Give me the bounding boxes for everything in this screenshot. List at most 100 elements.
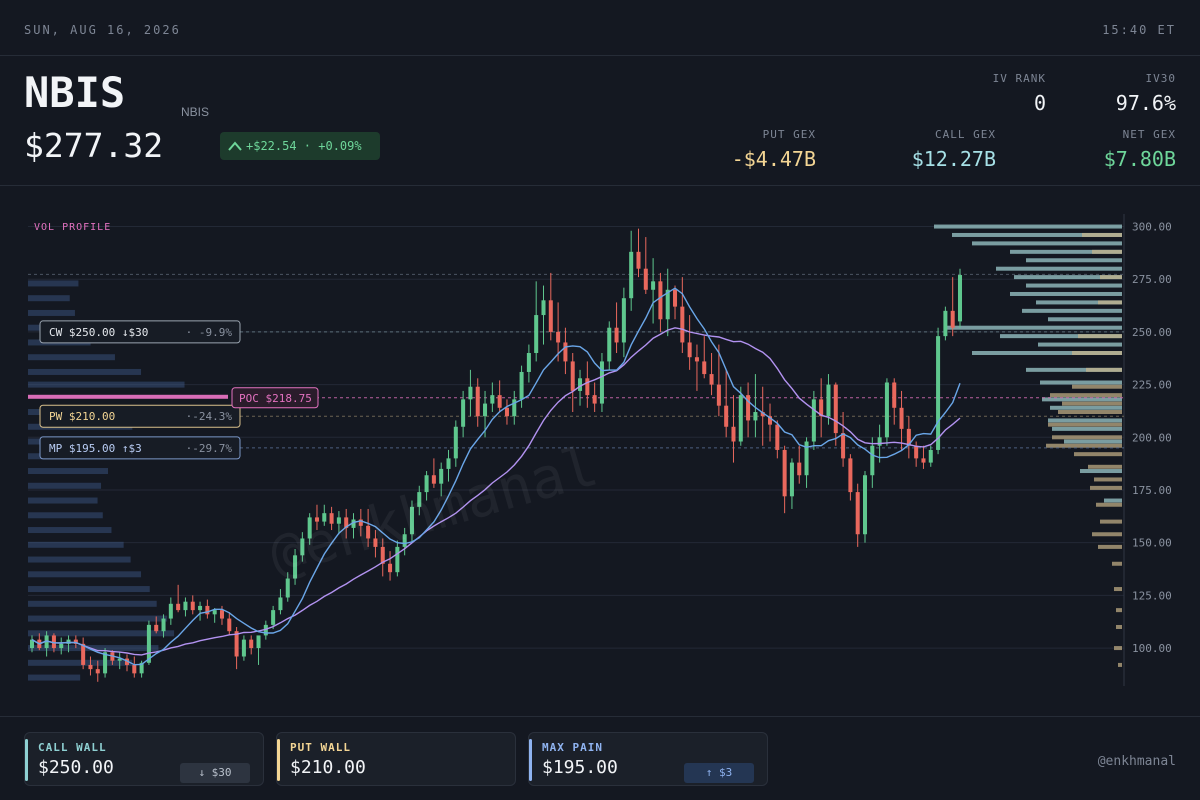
put-gex-bar — [1092, 249, 1122, 254]
put-gex-value: -$4.47B — [731, 147, 816, 171]
volume-profile-bar — [28, 541, 124, 548]
candle-body — [775, 424, 780, 450]
candle-body — [892, 382, 897, 408]
call-gex-bar — [1022, 308, 1122, 313]
volume-profile-bar — [28, 674, 81, 681]
candle-body — [833, 384, 838, 434]
call-gex-bar — [1052, 426, 1122, 431]
price-chart: 300.00 275.00 250.00 225.00 200.00 175.00 150.… — [0, 186, 1200, 716]
candle-body — [658, 281, 663, 320]
put-gex-bar — [1090, 485, 1122, 490]
put-gex-bar — [1078, 334, 1122, 339]
candlestick-chart-svg: 300.00 275.00 250.00 225.00 200.00 175.00 150.… — [28, 214, 1172, 686]
net-gex-value: $7.80B — [1103, 147, 1176, 171]
candle-body — [446, 458, 451, 469]
max-pain-tag-label: MP $195.00 ↑$3 — [49, 442, 142, 455]
candle-body — [483, 403, 488, 417]
volume-profile-bar — [28, 482, 102, 489]
call-wall-value: $250.00 — [38, 757, 114, 778]
candle-body — [636, 251, 641, 269]
put-gex-bar — [1114, 646, 1122, 651]
author-credit: @enkhmanal — [1097, 754, 1176, 769]
ticker-symbol: NBIS — [24, 68, 126, 117]
quote-header: NBIS NBIS $277.32 +$22.54 · +0.09% IV RA… — [0, 56, 1200, 186]
max-pain-label: MAX PAIN — [542, 741, 603, 754]
put-wall-label: PUT WALL — [290, 741, 351, 754]
call-gex-stat: CALL GEX $12.27B — [912, 128, 996, 171]
top-bar: SUN, AUG 16, 2026 15:40 ET — [0, 0, 1200, 56]
call-wall-card: CALL WALL $250.00 ↓ $30 — [24, 732, 264, 786]
candle-body — [928, 449, 933, 463]
y-tick-label: 300.00 — [1132, 221, 1172, 234]
candle-body — [702, 361, 707, 375]
max-pain-change-pill: ↑ $3 — [684, 763, 754, 783]
y-tick-label: 100.00 — [1132, 642, 1172, 655]
candle-body — [81, 643, 86, 665]
y-tick-label: 275.00 — [1132, 273, 1172, 286]
candle-body — [504, 407, 509, 417]
put-gex-bar — [1086, 367, 1122, 372]
candle-body — [578, 378, 583, 391]
candle-body — [943, 310, 948, 337]
candle-body — [132, 664, 137, 674]
put-gex-stat: PUT GEX -$4.47B — [732, 128, 816, 171]
candle-body — [826, 384, 831, 417]
candle-body — [651, 281, 656, 290]
candle-body — [278, 597, 283, 611]
call-gex-bar — [1038, 342, 1122, 347]
candle-body — [862, 475, 868, 535]
candle-body — [841, 433, 846, 459]
call-wall-accent — [25, 739, 28, 781]
volume-profile-bar — [28, 586, 150, 593]
put-gex-bar — [1098, 544, 1122, 549]
put-gex-bar — [1074, 452, 1122, 457]
candle-body — [797, 462, 802, 476]
max-pain-value: $195.00 — [542, 757, 618, 778]
candle-body — [724, 405, 729, 427]
candle-body — [716, 384, 721, 406]
candle-body — [534, 315, 539, 353]
candle-body — [614, 327, 619, 343]
call-gex-bar — [1104, 498, 1122, 503]
last-price: $277.32 — [24, 126, 164, 165]
candle-body — [205, 605, 210, 615]
candle-body — [219, 610, 224, 619]
candle-body — [921, 458, 926, 463]
candle-body — [256, 635, 261, 649]
call-gex-bar — [1026, 258, 1122, 263]
call-wall-label: CALL WALL — [38, 741, 107, 754]
volume-profile-bar — [28, 309, 75, 316]
put-gex-bar — [1046, 443, 1122, 448]
candle-body — [877, 437, 882, 446]
put-gex-bar — [1082, 232, 1122, 237]
candle-body — [950, 310, 955, 328]
price-change-badge: +$22.54 · +0.09% — [220, 132, 380, 160]
volume-profile-bar — [28, 368, 142, 375]
candle-body — [738, 395, 743, 442]
put-gex-bar — [1100, 519, 1122, 524]
put-gex-bar — [1094, 477, 1122, 482]
volume-profile-bar — [28, 497, 98, 504]
put-wall-value: $210.00 — [290, 757, 366, 778]
y-tick-label: 175.00 — [1132, 484, 1172, 497]
candle-body — [541, 300, 546, 316]
volume-profile-bar — [28, 295, 70, 302]
ticker-subtitle: NBIS — [181, 105, 210, 119]
candle-body — [957, 275, 963, 322]
iv30-value: 97.6% — [1115, 91, 1176, 115]
put-gex-bar — [1112, 561, 1122, 566]
call-gex-bar — [1048, 418, 1122, 423]
candle-body — [914, 445, 919, 459]
candle-body — [88, 664, 93, 670]
date-label: SUN, AUG 16, 2026 — [24, 23, 181, 37]
candle-body — [453, 426, 458, 459]
candle-body — [855, 492, 860, 535]
candle-body — [709, 374, 714, 385]
put-gex-label: PUT GEX — [762, 128, 816, 141]
call-wall-change-pill: ↓ $30 — [180, 763, 250, 783]
put-gex-bar — [1088, 464, 1122, 469]
candle-body — [176, 603, 181, 611]
volume-profile-bar — [28, 468, 108, 475]
iv-rank-label: IV RANK — [992, 72, 1046, 85]
candle-body — [753, 412, 758, 421]
